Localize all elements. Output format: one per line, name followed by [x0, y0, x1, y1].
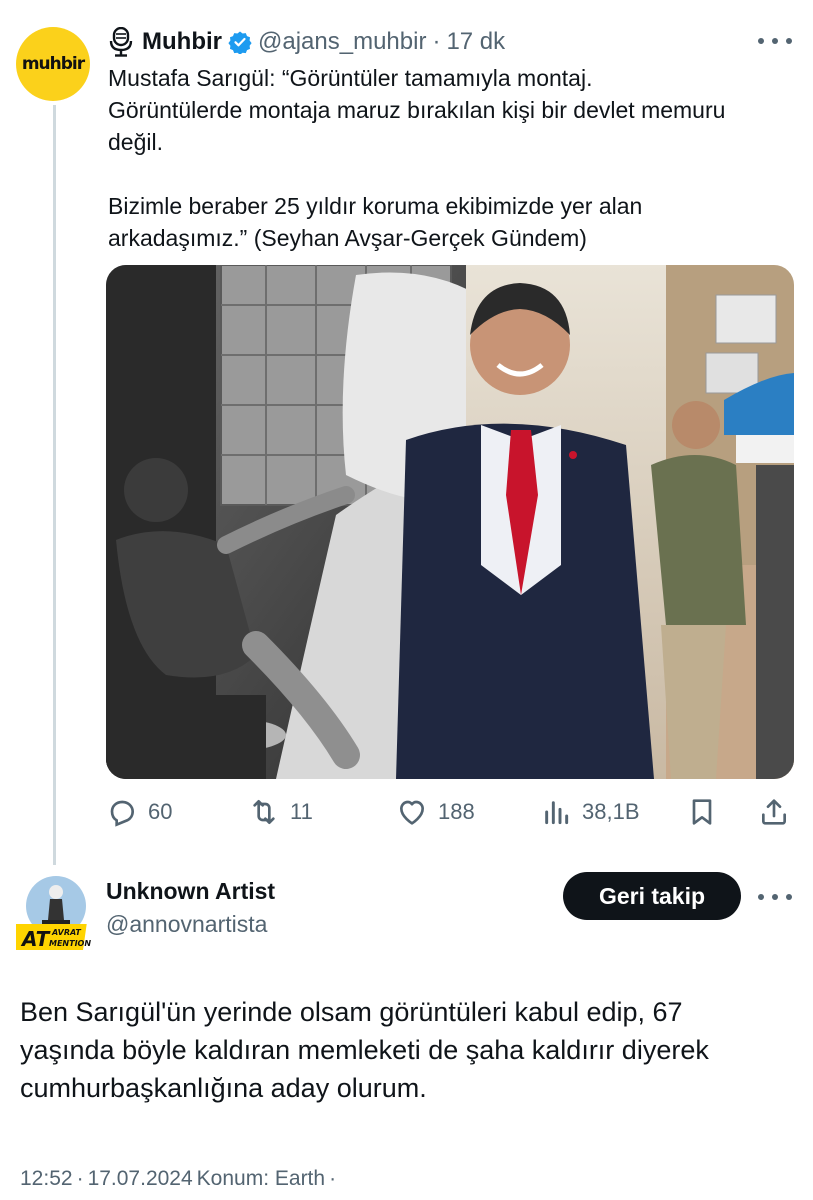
tweet-action-bar: 60 11 188 38,1B: [106, 790, 796, 834]
reply-button[interactable]: 60: [106, 790, 172, 834]
repost-icon: [253, 800, 275, 824]
unknown-artist-avatar[interactable]: AT AVRAT MENTION: [7, 872, 96, 952]
author-handle[interactable]: @ajans_muhbir: [258, 28, 426, 56]
views-button[interactable]: 38,1B: [540, 790, 640, 834]
share-button[interactable]: [758, 790, 800, 834]
avatar-badge-text: AT: [20, 927, 51, 951]
author-name[interactable]: Muhbir: [142, 28, 222, 56]
bookmark-icon: [692, 799, 712, 825]
reply-author-name[interactable]: Unknown Artist: [106, 878, 275, 905]
tweet-location: Konum: Earth: [196, 1167, 326, 1190]
follow-back-button[interactable]: Geri takip: [563, 872, 741, 920]
views-count: 38,1B: [582, 799, 640, 824]
separator-dot: ·: [76, 1167, 84, 1190]
separator-dot: ·: [432, 28, 441, 55]
tweet-time-ago[interactable]: 17 dk: [446, 28, 505, 56]
share-icon: [762, 799, 786, 825]
quoted-tweet-text: Mustafa Sarıgül: “Görüntüler tamamıyla m…: [108, 62, 798, 254]
repost-count: 11: [290, 799, 313, 824]
microphone-icon: [108, 26, 134, 57]
bookmark-button[interactable]: [686, 790, 728, 834]
avatar-badge-sub: MENTION: [49, 939, 91, 948]
repost-button[interactable]: 11: [248, 790, 313, 834]
tweet-photo[interactable]: [106, 265, 794, 779]
avatar-logo-text: muhbir: [21, 54, 85, 74]
muhbir-avatar[interactable]: muhbir: [16, 27, 90, 101]
tweet-time[interactable]: 12:52: [20, 1167, 73, 1190]
thread-connector-line: [53, 105, 56, 865]
more-icon[interactable]: [758, 884, 792, 910]
like-count: 188: [438, 799, 475, 824]
more-icon[interactable]: [758, 28, 792, 54]
reply-count: 60: [148, 799, 173, 824]
reply-tweet-text: Ben Sarıgül'ün yerinde olsam görüntüleri…: [20, 997, 709, 1103]
avatar-badge-sub: AVRAT: [51, 928, 81, 937]
verified-badge-icon: [228, 30, 252, 55]
reply-author-handle[interactable]: @annovnartista: [106, 911, 267, 938]
tweet-date[interactable]: 17.07.2024: [88, 1167, 193, 1190]
tweet-paragraph: Mustafa Sarıgül: “Görüntüler tamamıyla m…: [108, 65, 726, 155]
tweet-paragraph: Bizimle beraber 25 yıldır koruma ekibimi…: [108, 193, 643, 251]
reply-icon: [110, 800, 135, 827]
like-button[interactable]: 188: [396, 790, 475, 834]
views-icon: [545, 801, 569, 825]
like-icon: [400, 800, 424, 825]
quoted-tweet-header: Muhbir @ajans_muhbir · 17 dk: [108, 26, 505, 58]
separator-dot: ·: [329, 1167, 337, 1190]
tweet-meta-footer: 12:52 · 17.07.2024 Konum: Earth ·: [20, 1167, 336, 1191]
